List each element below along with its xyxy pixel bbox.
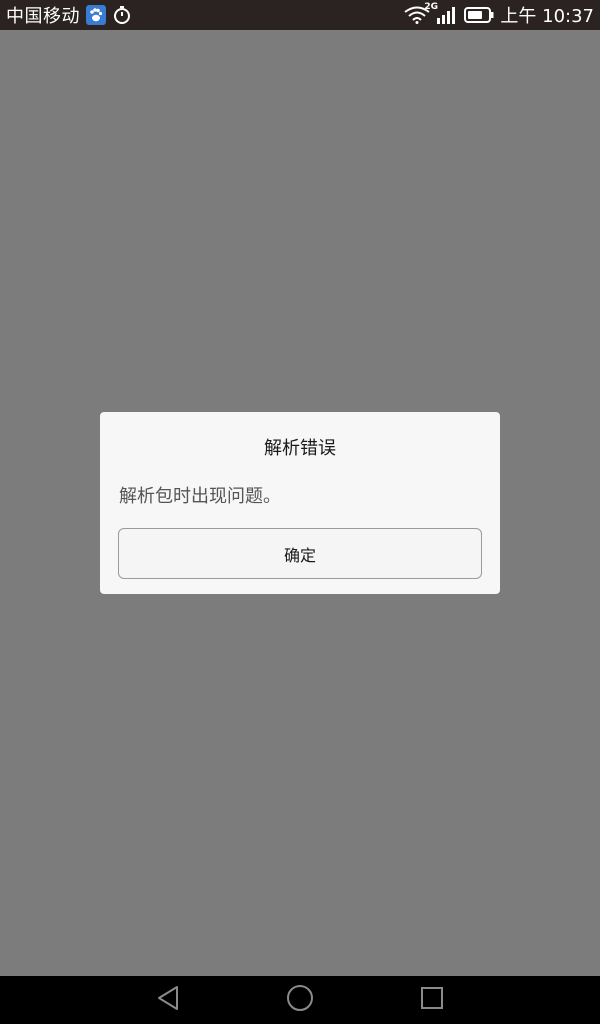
parse-error-dialog: 解析错误 解析包时出现问题。 确定 <box>100 412 500 594</box>
home-icon <box>286 984 314 1016</box>
status-bar: 中国移动 2G 上午 10:37 <box>0 0 600 30</box>
status-left: 中国移动 <box>6 2 132 28</box>
signal-icon <box>436 6 458 24</box>
dialog-message: 解析包时出现问题。 <box>119 486 281 507</box>
signal-indicator: 2G <box>424 2 458 24</box>
back-button[interactable] <box>148 984 188 1016</box>
battery-icon <box>464 6 494 24</box>
navigation-bar <box>0 976 600 1024</box>
home-button[interactable] <box>280 984 320 1016</box>
confirm-button[interactable]: 确定 <box>118 528 482 579</box>
recent-apps-button[interactable] <box>412 984 452 1016</box>
baidu-icon <box>86 5 106 25</box>
status-right: 2G 上午 10:37 <box>404 2 594 28</box>
network-type: 2G <box>424 2 439 12</box>
dialog-title: 解析错误 <box>264 438 336 459</box>
back-icon <box>156 985 180 1015</box>
carrier-name: 中国移动 <box>6 6 80 27</box>
status-time: 上午 10:37 <box>500 6 594 27</box>
timer-icon <box>112 5 132 25</box>
recent-apps-icon <box>420 986 444 1014</box>
